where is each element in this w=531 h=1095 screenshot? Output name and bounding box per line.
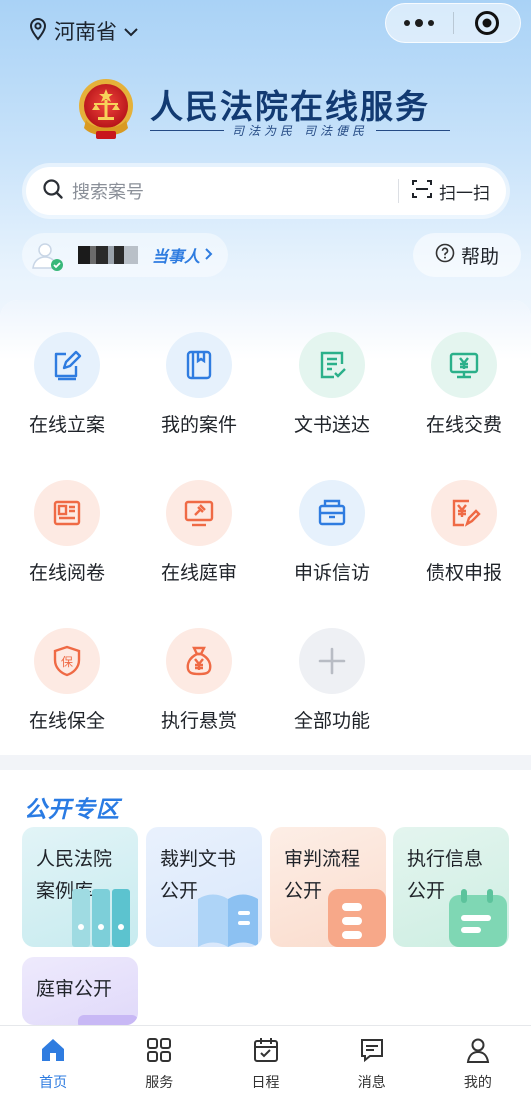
- scan-icon: [411, 178, 433, 205]
- service-claim-declaration[interactable]: 债权申报: [404, 480, 524, 590]
- svg-text:保: 保: [61, 655, 73, 669]
- public-card-case-library[interactable]: 人民法院 案例库: [22, 827, 138, 947]
- motto-left: 司法为民: [231, 124, 296, 138]
- newspaper-icon: [34, 480, 100, 546]
- service-document-delivery[interactable]: 文书送达: [272, 332, 392, 442]
- service-label: 全部功能: [293, 710, 370, 732]
- avatar: [30, 238, 64, 272]
- payment-screen-icon: [431, 332, 497, 398]
- service-execution-reward[interactable]: 执行悬赏: [139, 628, 259, 738]
- chevron-down-icon: [123, 19, 139, 43]
- card-line-1: 庭审公开: [36, 978, 113, 1000]
- tab-label: 服务: [145, 1075, 174, 1091]
- service-petition-visit[interactable]: 申诉信访: [272, 480, 392, 590]
- tab-label: 日程: [251, 1075, 280, 1091]
- bottom-tab-bar: 首页 服务 日程 消息 我的: [0, 1025, 531, 1095]
- user-name-masked: [78, 246, 138, 264]
- service-online-preservation[interactable]: 保 在线保全: [7, 628, 127, 738]
- tab-label: 我的: [463, 1075, 492, 1091]
- location-selector[interactable]: 河南省: [28, 16, 139, 46]
- motto-right: 司法便民: [304, 124, 369, 138]
- tab-label: 首页: [39, 1075, 68, 1091]
- card-line-1: 审判流程: [284, 848, 361, 870]
- user-role-link[interactable]: 当事人: [152, 243, 214, 267]
- service-grid: 在线立案 我的案件 文书送达 在线交费 在线阅卷 在线庭审 申诉信访 债权申报 …: [0, 300, 531, 755]
- calendar-card-icon: [449, 889, 507, 947]
- plus-icon: [299, 628, 365, 694]
- calendar-icon: [252, 1036, 280, 1068]
- public-card-execution-info[interactable]: 执行信息 公开: [393, 827, 509, 947]
- help-label: 帮助: [460, 245, 499, 268]
- card-line-1: 裁判文书: [160, 848, 237, 870]
- location-label: 河南省: [54, 20, 117, 44]
- service-label: 债权申报: [425, 562, 502, 584]
- scan-label: 扫一扫: [439, 183, 490, 204]
- tab-label: 消息: [357, 1075, 386, 1091]
- tab-services[interactable]: 服务: [106, 1026, 212, 1095]
- service-label: 我的案件: [160, 414, 237, 436]
- user-identity-pill[interactable]: 当事人: [22, 233, 228, 277]
- service-online-trial[interactable]: 在线庭审: [139, 480, 259, 590]
- help-icon: [435, 243, 455, 268]
- case-search-bar[interactable]: 搜索案号 扫一扫: [26, 167, 506, 215]
- service-label: 在线庭审: [160, 562, 237, 584]
- tab-home[interactable]: 首页: [0, 1026, 106, 1095]
- shield-icon: 保: [34, 628, 100, 694]
- user-icon: [464, 1036, 492, 1068]
- service-label: 在线交费: [425, 414, 502, 436]
- yuan-pen-icon: [431, 480, 497, 546]
- tab-messages[interactable]: 消息: [319, 1026, 425, 1095]
- service-online-filing[interactable]: 在线立案: [7, 332, 127, 442]
- card-line-1: 执行信息: [407, 848, 484, 870]
- court-emblem-icon: [78, 76, 134, 142]
- grid-icon: [145, 1036, 173, 1068]
- binders-icon: [72, 889, 130, 947]
- service-label: 在线立案: [28, 414, 105, 436]
- app-motto: 司法为民 司法便民: [150, 122, 450, 139]
- public-card-judgment-docs[interactable]: 裁判文书 公开: [146, 827, 262, 947]
- service-label: 文书送达: [293, 414, 370, 436]
- public-card-trial-live[interactable]: 庭审公开: [22, 957, 138, 1025]
- process-flow-icon: [328, 889, 386, 947]
- gavel-screen-icon: [166, 480, 232, 546]
- tab-schedule[interactable]: 日程: [212, 1026, 318, 1095]
- public-card-trial-process[interactable]: 审判流程 公开: [270, 827, 386, 947]
- service-my-cases[interactable]: 我的案件: [139, 332, 259, 442]
- case-book-icon: [166, 332, 232, 398]
- top-bar: 河南省: [0, 0, 531, 62]
- money-bag-icon: [166, 628, 232, 694]
- card-line-1: 人民法院: [36, 848, 113, 870]
- brand-header: 人民法院在线服务 司法为民 司法便民: [78, 76, 478, 146]
- scan-button[interactable]: 扫一扫: [411, 178, 490, 205]
- user-role-label: 当事人: [152, 247, 201, 266]
- video-card-icon: [78, 1015, 138, 1025]
- service-all-functions[interactable]: 全部功能: [272, 628, 392, 738]
- service-online-review[interactable]: 在线阅卷: [7, 480, 127, 590]
- help-button[interactable]: 帮助: [413, 233, 521, 277]
- public-zone: 公开专区 人民法院 案例库 裁判文书 公开 审判流程 公开 执行信息 公开 庭审…: [0, 770, 531, 1025]
- service-label: 在线保全: [28, 710, 105, 732]
- mini-program-capsule: [385, 3, 521, 43]
- service-online-payment[interactable]: 在线交费: [404, 332, 524, 442]
- more-dots-icon[interactable]: [386, 19, 453, 27]
- service-label: 在线阅卷: [28, 562, 105, 584]
- document-check-icon: [299, 332, 365, 398]
- search-icon: [42, 178, 64, 204]
- home-icon: [39, 1036, 67, 1068]
- mailbox-icon: [299, 480, 365, 546]
- file-edit-icon: [34, 332, 100, 398]
- chevron-right-icon: [204, 246, 214, 265]
- open-book-icon: [198, 894, 258, 947]
- service-label: 执行悬赏: [160, 710, 237, 732]
- service-label: 申诉信访: [293, 562, 370, 584]
- search-input[interactable]: 搜索案号: [72, 178, 398, 204]
- message-icon: [358, 1036, 386, 1068]
- tab-profile[interactable]: 我的: [425, 1026, 531, 1095]
- public-zone-title: 公开专区: [24, 797, 120, 823]
- app-title: 人民法院在线服务: [150, 87, 430, 126]
- close-target-icon[interactable]: [454, 10, 521, 36]
- location-pin-icon: [28, 17, 48, 46]
